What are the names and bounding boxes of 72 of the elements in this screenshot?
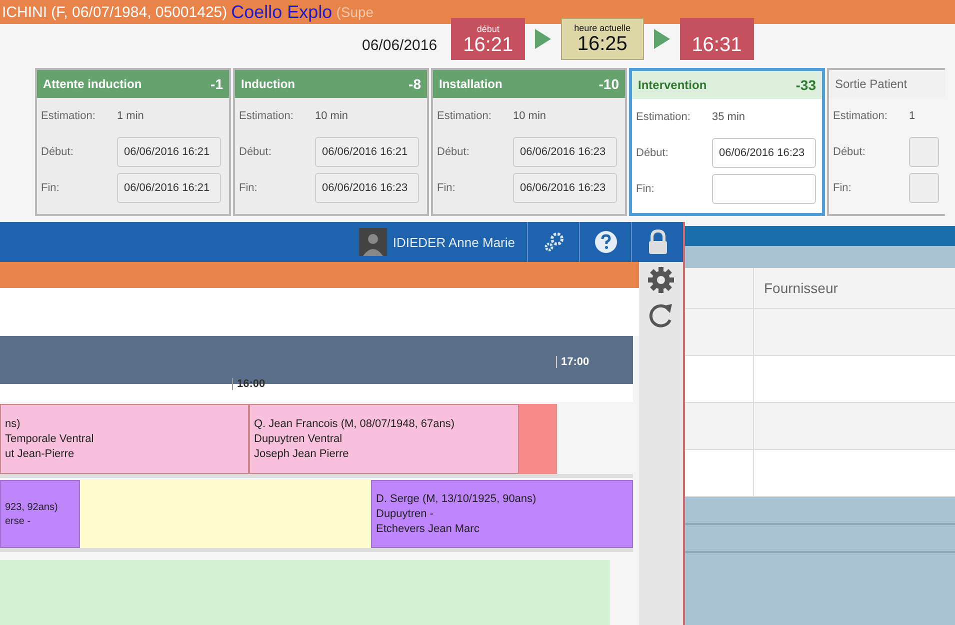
datetime-field[interactable]: 06/06/2016 16:21 [117, 137, 221, 167]
step-title: Sortie Patient [835, 77, 908, 91]
arrow-icon [652, 27, 672, 51]
step-delta: -8 [408, 76, 421, 92]
field-label: Estimation: [239, 110, 294, 122]
event-text: ns) [5, 418, 22, 430]
step-delta: -10 [598, 76, 619, 92]
field-label: Fin: [636, 183, 656, 195]
estimate-value: 35 min [712, 111, 746, 123]
settings-icon[interactable] [647, 266, 675, 294]
event-text: Q. Jean Francois (M, 08/07/1948, 67ans) [254, 418, 456, 430]
field-label: Fin: [239, 182, 258, 194]
event-text: erse - [5, 516, 32, 526]
user-name: IDIEDER Anne Marie [392, 234, 515, 250]
estimate-value: 10 min [315, 110, 348, 122]
arrow-icon [533, 27, 554, 51]
event-text: Dupuytren - [376, 508, 434, 520]
field-label: Estimation: [41, 110, 96, 122]
field-label: Estimation: [636, 111, 692, 123]
datetime-field[interactable]: 06/06/2016 16:23 [513, 173, 617, 203]
datetime-field[interactable]: 06/06/2016 16:23 [712, 138, 816, 168]
step-title: Attente induction [43, 77, 142, 91]
estimate-value: 1 [909, 110, 916, 122]
date-label: 06/06/2016 [362, 37, 438, 54]
field-label: Début: [239, 146, 272, 158]
event-text: Etchevers Jean Marc [376, 523, 480, 535]
time-value: 16:31 [692, 34, 742, 57]
step-title: Induction [241, 77, 295, 91]
time-value: 16:25 [577, 33, 628, 56]
help-icon [594, 230, 618, 254]
event-text: D. Serge (M, 13/10/1925, 90ans) [376, 493, 538, 505]
step-title: Installation [439, 77, 502, 91]
room-note: (Supe [336, 4, 374, 20]
patient-info: ICHINI (F, 06/07/1984, 05001425) [2, 4, 228, 20]
column-header: Fournisseur [763, 280, 838, 296]
avatar-icon [358, 228, 387, 256]
datetime-field[interactable] [909, 173, 939, 203]
time-tick: 17:00 [556, 356, 590, 368]
field-label: Fin: [437, 182, 456, 194]
datetime-field[interactable]: 06/06/2016 16:23 [513, 137, 617, 167]
surgery-block[interactable]: 923, 92ans) erse - [0, 480, 80, 548]
field-label: Estimation: [833, 110, 888, 122]
step-delta: -33 [796, 77, 816, 93]
event-text: Joseph Jean Pierre [254, 448, 350, 460]
datetime-field[interactable]: 06/06/2016 16:23 [315, 173, 419, 203]
datetime-field[interactable] [712, 174, 816, 204]
datetime-field[interactable]: 06/06/2016 16:21 [315, 137, 419, 167]
datetime-field[interactable]: 06/06/2016 16:21 [117, 173, 221, 203]
surgery-block[interactable]: Q. Jean Francois (M, 08/07/1948, 67ans) Dupuytren Ventral Joseph Jean Pierre [249, 404, 519, 474]
event-text: ut Jean-Pierre [5, 448, 76, 460]
room-name: Coello Explo [231, 2, 332, 22]
surgery-block[interactable]: ns) Temporale Ventral ut Jean-Pierre [0, 404, 249, 474]
surgery-block[interactable]: D. Serge (M, 13/10/1925, 90ans) Dupuytren - Etchevers Jean Marc [371, 480, 633, 548]
lock-icon [646, 229, 668, 255]
field-label: Début: [41, 146, 74, 158]
event-text: Temporale Ventral [5, 433, 95, 445]
field-label: Fin: [833, 182, 852, 194]
time-caption: début [476, 24, 500, 34]
step-delta: -1 [210, 76, 223, 92]
field-label: Estimation: [437, 110, 492, 122]
time-caption: heure actuelle [574, 23, 631, 33]
event-text: 923, 92ans) [5, 502, 59, 512]
field-label: Début: [437, 146, 470, 158]
estimate-value: 10 min [513, 110, 546, 122]
event-text: Dupuytren Ventral [254, 433, 344, 445]
estimate-value: 1 min [117, 110, 144, 122]
datetime-field[interactable] [909, 137, 939, 167]
field-label: Début: [636, 147, 670, 159]
field-label: Début: [833, 146, 866, 158]
step-title: Intervention [638, 78, 707, 92]
field-label: Fin: [41, 182, 60, 194]
time-value: 16:21 [463, 34, 514, 57]
